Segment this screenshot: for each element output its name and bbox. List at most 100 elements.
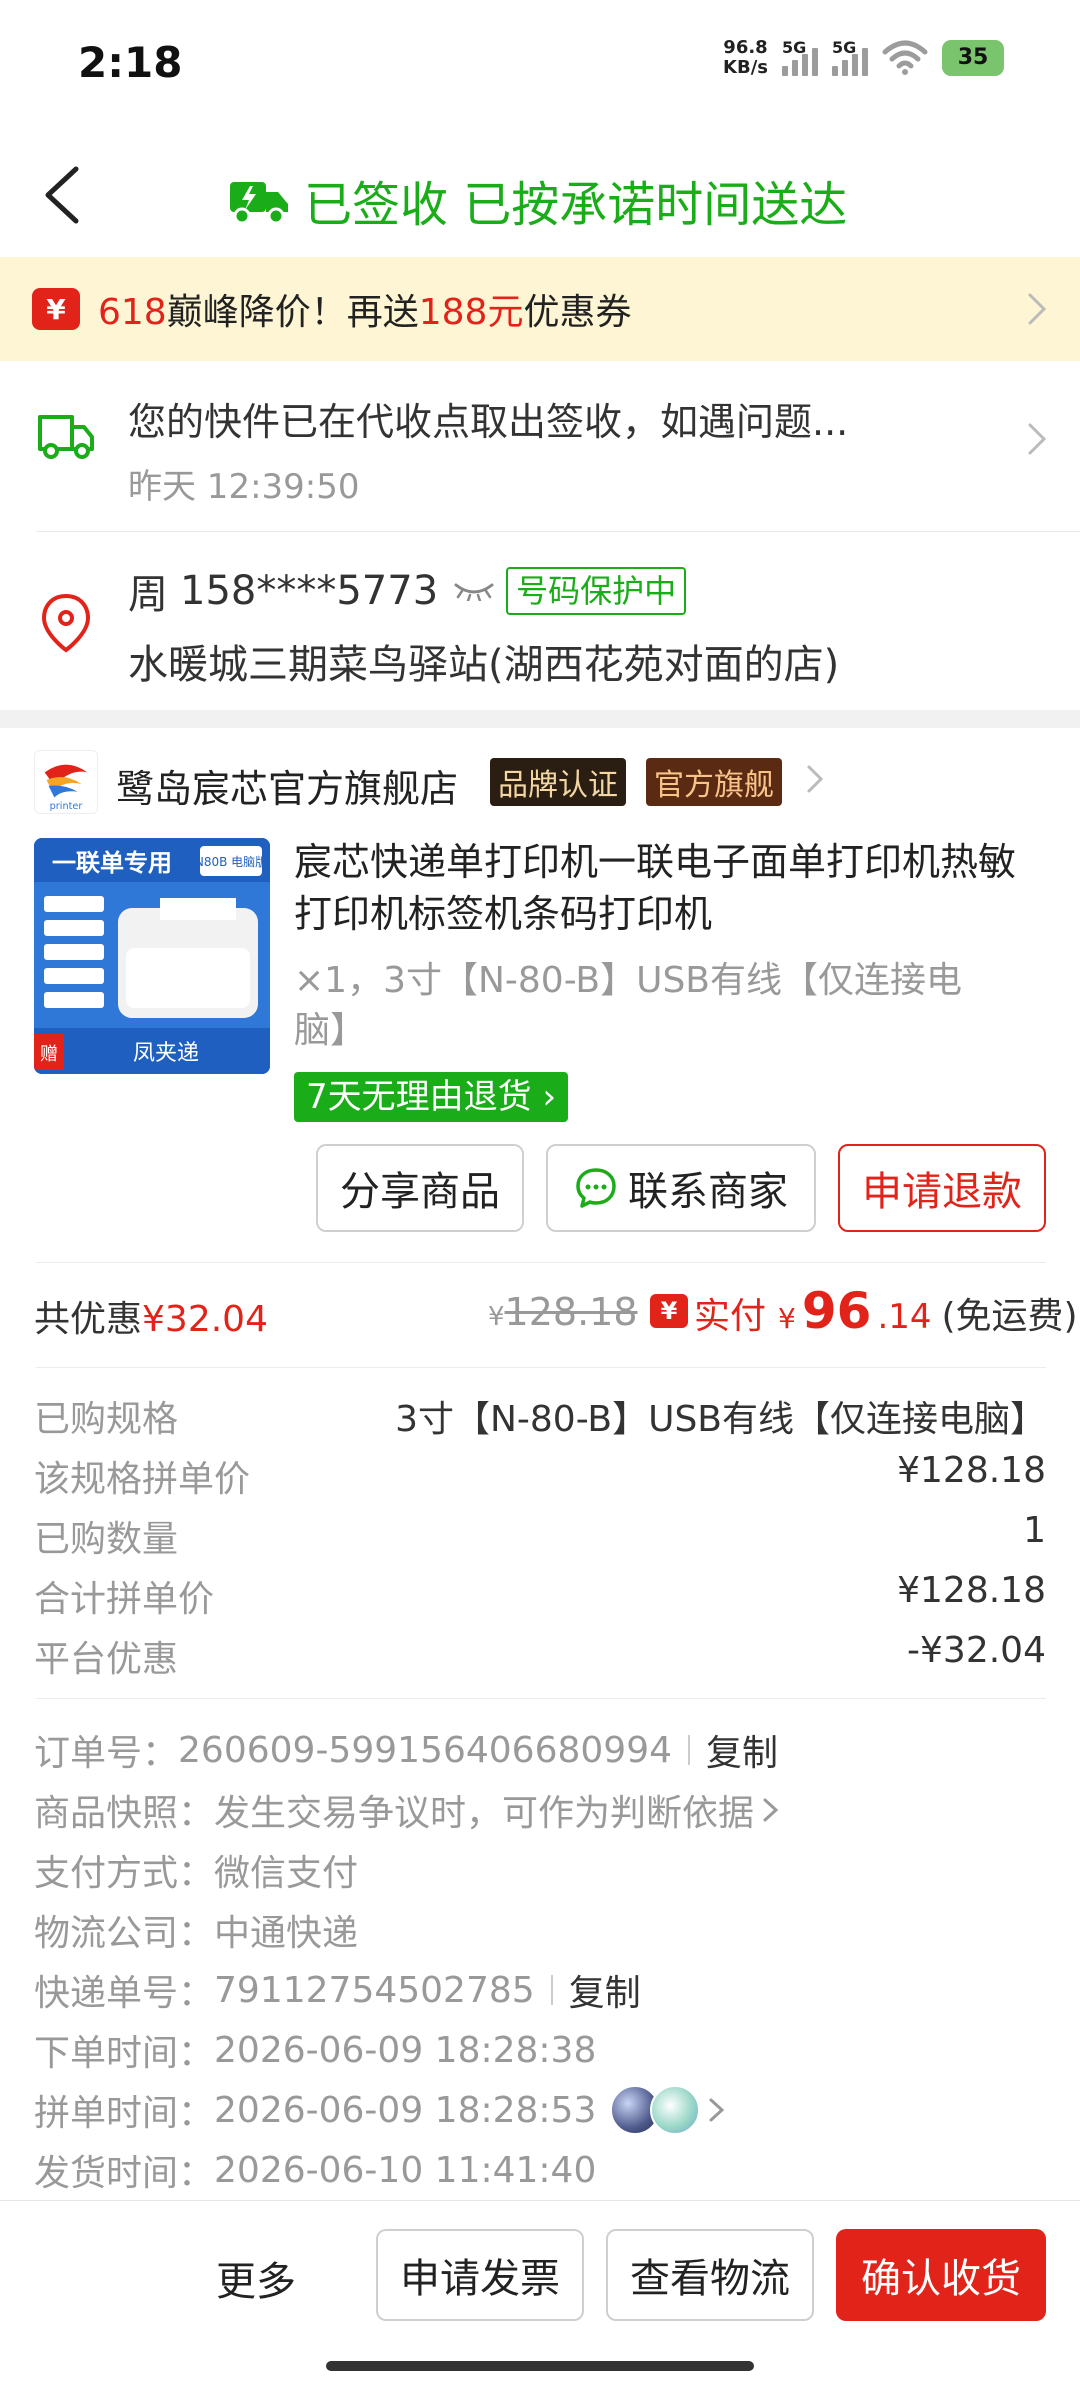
tracking-number-row: 快递单号： 79112754502785 复制 bbox=[34, 1960, 1046, 2020]
product-image-art: 一联单专用 N80B 电脑版 赠 凤夹递 bbox=[34, 838, 270, 1074]
promo-number: 618 bbox=[98, 292, 167, 333]
chevron-right-icon bbox=[1028, 423, 1047, 455]
copy-order-number-button[interactable]: 复制 bbox=[706, 1724, 778, 1776]
store-logo: printer bbox=[34, 750, 98, 814]
group-time-value: 2026-06-09 18:28:53 bbox=[214, 2089, 597, 2131]
order-time-label: 下单时间： bbox=[34, 2033, 215, 2074]
ship-time-label: 发货时间： bbox=[34, 2153, 215, 2194]
sim2-label: 5G bbox=[832, 38, 857, 57]
original-price: ¥128.18 bbox=[488, 1290, 638, 1334]
logistics-time: 昨天 12:39:50 bbox=[128, 467, 360, 507]
logistics-status[interactable]: 您的快件已在代收点取出签收，如遇问题... 昨天 12:39:50 bbox=[0, 361, 1080, 531]
number-protect-badge: 号码保护中 bbox=[506, 567, 687, 615]
page-title: 已签收 已按承诺时间送达 bbox=[228, 165, 847, 235]
ship-time-row: 发货时间： 2026-06-10 11:41:40 bbox=[34, 2140, 1046, 2200]
detail-label: 已购规格 bbox=[34, 1399, 179, 1440]
product-image-tag: N80B 电脑版 bbox=[195, 855, 267, 869]
discount-label: 共优惠 bbox=[34, 1299, 143, 1340]
chevron-right-icon bbox=[763, 1798, 779, 1822]
recipient-row: 周 158****5773 号码保护中 bbox=[128, 562, 687, 620]
chevron-right-icon bbox=[709, 2098, 725, 2122]
battery-icon: 35 bbox=[942, 40, 1004, 76]
confirm-receipt-label: 确认收货 bbox=[861, 2256, 1021, 2302]
promo-text-1: 巅峰降价！再送 bbox=[166, 292, 419, 333]
payment-method-label: 支付方式： bbox=[34, 1853, 215, 1894]
net-speed: 96.8 KB/s bbox=[723, 38, 768, 78]
detail-label: 该规格拼单价 bbox=[34, 1459, 251, 1500]
detail-value: ¥128.18 bbox=[897, 1450, 1046, 1491]
separator bbox=[688, 1735, 690, 1765]
promo-banner[interactable]: ¥ 618巅峰降价！再送188元优惠券 bbox=[0, 257, 1080, 361]
paid-label: 实付 bbox=[694, 1296, 767, 1337]
product-title[interactable]: 宸芯快递单打印机一联电子面单打印机热敏打印机标签机条码打印机 bbox=[294, 836, 1034, 940]
share-product-button[interactable]: 分享商品 bbox=[316, 1144, 524, 1232]
detail-label: 合计拼单价 bbox=[34, 1579, 215, 1620]
signal-icon-2: 5G bbox=[832, 38, 868, 76]
product-spec: ×1，3寸【N-80-B】USB有线【仅连接电脑】 bbox=[294, 960, 963, 1051]
tracking-number: 79112754502785 bbox=[214, 1969, 535, 2011]
detail-value: 3寸【N-80-B】USB有线【仅连接电脑】 bbox=[395, 1399, 1046, 1440]
product-image-banner: 一联单专用 bbox=[52, 849, 172, 877]
paid-amount: ¥ 实付 ¥96.14 (免运费) bbox=[650, 1282, 1078, 1340]
paid-symbol: ¥ bbox=[778, 1302, 796, 1335]
brand-certified-badge: 品牌认证 bbox=[490, 758, 626, 806]
eye-closed-icon[interactable] bbox=[454, 581, 494, 601]
contact-seller-button[interactable]: 联系商家 bbox=[546, 1144, 816, 1232]
carrier-value: 中通快递 bbox=[214, 1913, 359, 1954]
logistics-message: 您的快件已在代收点取出签收，如遇问题... bbox=[128, 400, 849, 444]
snapshot-value: 发生交易争议时，可作为判断依据 bbox=[214, 1793, 755, 1834]
view-logistics-button[interactable]: 查看物流 bbox=[606, 2229, 814, 2321]
order-time-value: 2026-06-09 18:28:38 bbox=[214, 2029, 597, 2071]
signal-icon: 5G bbox=[782, 38, 818, 76]
detail-row: 该规格拼单价 ¥128.18 bbox=[34, 1450, 1046, 1510]
more-button[interactable]: 更多 bbox=[216, 2249, 296, 2307]
carrier-label: 物流公司： bbox=[34, 1913, 215, 1954]
net-speed-unit: KB/s bbox=[723, 57, 768, 78]
detail-row: 已购数量 1 bbox=[34, 1510, 1046, 1570]
ship-time-value: 2026-06-10 11:41:40 bbox=[214, 2149, 597, 2191]
original-price-value: 128.18 bbox=[504, 1290, 638, 1334]
product-image-footer: 凤夹递 bbox=[133, 1041, 199, 1066]
group-time-row[interactable]: 拼单时间： 2026-06-09 18:28:53 bbox=[34, 2080, 1046, 2140]
chat-icon bbox=[576, 1168, 616, 1208]
order-number: 260609-599156406680994 bbox=[178, 1729, 672, 1771]
payment-method-value: 微信支付 bbox=[214, 1853, 359, 1894]
promo-amount: 188元 bbox=[418, 292, 524, 333]
snapshot-row[interactable]: 商品快照： 发生交易争议时，可作为判断依据 bbox=[34, 1780, 1046, 1840]
request-invoice-label: 申请发票 bbox=[400, 2256, 560, 2302]
shipping-note: (免运费) bbox=[941, 1296, 1078, 1337]
chevron-right-icon bbox=[1028, 293, 1047, 325]
request-invoice-button[interactable]: 申请发票 bbox=[376, 2229, 584, 2321]
snapshot-label: 商品快照： bbox=[34, 1793, 215, 1834]
header: 已签收 已按承诺时间送达 bbox=[0, 125, 1080, 257]
product-image-gift: 赠 bbox=[40, 1044, 58, 1065]
order-number-row: 订单号： 260609-599156406680994 复制 bbox=[34, 1720, 1046, 1780]
contact-seller-label: 联系商家 bbox=[628, 1169, 788, 1215]
detail-label: 已购数量 bbox=[34, 1519, 179, 1560]
store-name: 鹭岛宸芯官方旗舰店 bbox=[116, 767, 459, 811]
total-discount: 共优惠¥32.04 bbox=[34, 1290, 268, 1342]
home-indicator[interactable] bbox=[326, 2361, 754, 2371]
paid-decimal: .14 bbox=[877, 1297, 932, 1337]
tracking-label: 快递单号： bbox=[34, 1973, 215, 2014]
status-bar: 2:18 96.8 KB/s 5G 5G 35 bbox=[0, 0, 1080, 125]
store-row[interactable]: printer 鹭岛宸芯官方旗舰店 品牌认证 官方旗舰 bbox=[0, 728, 1080, 836]
view-logistics-label: 查看物流 bbox=[630, 2256, 790, 2302]
return-policy-badge[interactable]: 7天无理由退货 › bbox=[294, 1072, 569, 1122]
copy-tracking-button[interactable]: 复制 bbox=[569, 1964, 641, 2016]
chevron-right-icon: › bbox=[531, 1077, 557, 1117]
delivery-truck-icon bbox=[230, 182, 288, 225]
chevron-right-icon bbox=[807, 765, 824, 793]
carrier-row: 物流公司： 中通快递 bbox=[34, 1900, 1046, 1960]
refund-button[interactable]: 申请退款 bbox=[838, 1144, 1046, 1232]
section-gap bbox=[0, 710, 1080, 728]
product-image[interactable]: 一联单专用 N80B 电脑版 赠 凤夹递 bbox=[34, 838, 270, 1074]
return-policy-text: 7天无理由退货 bbox=[306, 1077, 532, 1117]
divider bbox=[36, 1367, 1046, 1368]
back-icon[interactable] bbox=[30, 155, 100, 235]
payment-method-row: 支付方式： 微信支付 bbox=[34, 1840, 1046, 1900]
avatar bbox=[650, 2085, 701, 2135]
confirm-receipt-button[interactable]: 确认收货 bbox=[836, 2229, 1046, 2321]
status-time: 2:18 bbox=[78, 38, 183, 87]
share-product-label: 分享商品 bbox=[340, 1169, 500, 1215]
